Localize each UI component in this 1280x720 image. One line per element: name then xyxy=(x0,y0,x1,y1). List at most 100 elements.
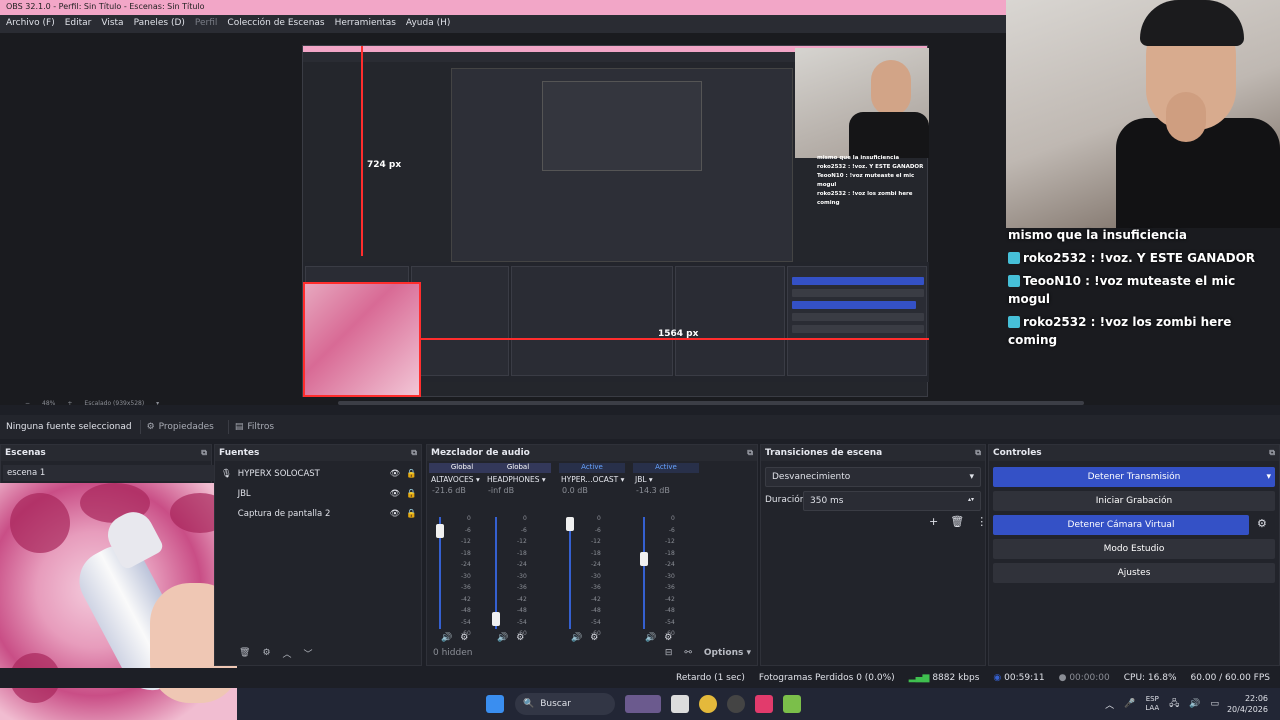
db-scale-tick: -54 xyxy=(461,618,471,626)
windows-start-icon[interactable] xyxy=(486,695,504,713)
volume-fader-knob[interactable] xyxy=(566,517,574,531)
options-button[interactable]: Options ▾ xyxy=(704,648,751,658)
network-icon[interactable]: 🖧 xyxy=(1169,696,1179,712)
language-indicator[interactable]: ESP LAA xyxy=(1145,695,1159,713)
chrome-icon[interactable] xyxy=(699,695,717,713)
volume-fader-track[interactable] xyxy=(643,517,645,629)
selected-source-bounding-box[interactable] xyxy=(303,282,421,397)
lock-icon[interactable]: 🔒 xyxy=(406,509,417,519)
db-scale-tick: -12 xyxy=(517,538,527,545)
duration-input[interactable]: 350 ms ▴▾ xyxy=(803,491,981,511)
taskbar-clock[interactable]: 22:06 20/4/2026 xyxy=(1227,693,1268,715)
webcam-source xyxy=(1006,0,1280,228)
speaker-icon[interactable]: 🔊 xyxy=(441,633,452,643)
zoom-in-icon[interactable]: + xyxy=(67,400,72,407)
file-explorer-icon[interactable] xyxy=(671,695,689,713)
screen-capture-preview[interactable]: mismo que la insuficiencia roko2532 : !v… xyxy=(302,45,929,397)
popout-icon[interactable]: ⧉ xyxy=(201,448,207,458)
eye-icon[interactable]: 👁 xyxy=(390,509,401,519)
volume-fader-knob[interactable] xyxy=(492,612,500,626)
layout-icon[interactable]: ⊟ xyxy=(665,648,673,658)
menu-coleccion-escenas[interactable]: Colección de Escenas xyxy=(227,18,324,30)
settings-icon[interactable]: ⚙ xyxy=(460,633,468,643)
volume-icon[interactable]: 🔊 xyxy=(1189,699,1200,709)
speaker-icon[interactable]: 🔊 xyxy=(645,633,656,643)
menu-herramientas[interactable]: Herramientas xyxy=(335,18,396,30)
scaled-resolution[interactable]: Escalado (939x528) xyxy=(84,400,144,407)
microphone-icon[interactable]: 🎤 xyxy=(1124,699,1135,709)
chevron-up-icon[interactable]: ︿ xyxy=(283,647,292,660)
nested-chat-line: roko2532 : !voz los zombi here coming xyxy=(817,191,913,206)
mixer-channel-name[interactable]: HYPER...OCAST ▾ xyxy=(559,473,625,486)
trash-icon[interactable]: 🗑 xyxy=(239,648,250,658)
properties-button[interactable]: ⚙ Propiedades xyxy=(139,420,220,434)
minecraft-icon[interactable] xyxy=(783,695,801,713)
mixer-channel-name[interactable]: JBL ▾ xyxy=(633,473,699,486)
menu-vista[interactable]: Vista xyxy=(101,18,123,30)
chevron-down-icon[interactable]: ▾ xyxy=(156,400,159,407)
eye-icon[interactable]: 👁 xyxy=(390,489,401,499)
volume-fader-track[interactable] xyxy=(569,517,571,629)
db-scale: 0 -6 -12 -18 -24 -30 -36 -42 -48 -54 -60 xyxy=(665,513,675,640)
chevron-up-icon[interactable]: ︿ xyxy=(1105,698,1114,711)
link-icon[interactable]: ⚯ xyxy=(684,648,692,658)
source-toolbar: Ninguna fuente seleccionad ⚙ Propiedades … xyxy=(0,415,1280,439)
source-row[interactable]: 🖥 Captura de pantalla 2 👁 🔒 xyxy=(221,505,417,523)
settings-icon[interactable]: ⚙ xyxy=(516,633,524,643)
transition-select[interactable]: Desvanecimiento ▾ xyxy=(765,467,981,487)
source-row[interactable]: 🔈 JBL 👁 🔒 xyxy=(221,485,417,503)
no-source-label: Ninguna fuente seleccionad xyxy=(6,422,132,432)
filters-button[interactable]: ▤ Filtros xyxy=(227,420,280,434)
popout-icon[interactable]: ⧉ xyxy=(747,448,753,458)
volume-fader-knob[interactable] xyxy=(436,524,444,538)
speaker-icon[interactable]: 🔊 xyxy=(497,633,508,643)
mixer-channel-tag: Active xyxy=(559,463,625,473)
volume-fader-knob[interactable] xyxy=(640,552,648,566)
popout-icon[interactable]: ⧉ xyxy=(1269,448,1275,458)
db-scale-tick: 0 xyxy=(466,515,471,522)
settings-icon[interactable]: ⚙ xyxy=(664,633,672,643)
chat-line: roko2532 : !voz los zombi here coming xyxy=(1008,315,1232,347)
scene-item[interactable]: escena 1 xyxy=(3,465,233,481)
mixer-channel-name[interactable]: HEADPHONES ▾ xyxy=(485,473,551,486)
settings-button[interactable]: Ajustes xyxy=(993,563,1275,583)
tiktok-icon[interactable] xyxy=(755,695,773,713)
db-scale-tick: -24 xyxy=(591,561,601,568)
taskbar-search[interactable]: 🔍 Buscar xyxy=(515,693,615,715)
nested-preview-level2 xyxy=(451,68,793,262)
fps: 60.00 / 60.00 FPS xyxy=(1190,673,1270,683)
preview-horizontal-scrollbar[interactable] xyxy=(338,401,1084,405)
menu-editar[interactable]: Editar xyxy=(65,18,92,30)
add-icon[interactable]: + xyxy=(929,515,938,528)
lock-icon[interactable]: 🔒 xyxy=(406,469,417,479)
popout-icon[interactable]: ⧉ xyxy=(975,448,981,458)
source-row[interactable]: 🎙 HYPERX SOLOCAST 👁 🔒 xyxy=(221,465,417,483)
chevron-down-icon[interactable]: ﹀ xyxy=(304,647,313,660)
widget-icon[interactable] xyxy=(625,695,661,713)
settings-icon[interactable]: ⚙ xyxy=(590,633,598,643)
mixer-channel-tag: Active xyxy=(633,463,699,473)
eye-icon[interactable]: 👁 xyxy=(390,469,401,479)
menu-ayuda[interactable]: Ayuda (H) xyxy=(406,18,450,30)
stop-stream-button[interactable]: Detener Transmisión ▾ xyxy=(993,467,1275,487)
db-scale-tick: -30 xyxy=(517,572,527,580)
lock-icon[interactable]: 🔒 xyxy=(406,489,417,499)
nested-stop-stream-button xyxy=(792,277,924,285)
trash-icon[interactable]: 🗑 xyxy=(950,515,964,528)
gear-icon[interactable]: ⚙ xyxy=(262,648,270,658)
speaker-icon[interactable]: 🔊 xyxy=(571,633,582,643)
menu-archivo[interactable]: Archivo (F) xyxy=(6,18,55,30)
studio-mode-button[interactable]: Modo Estudio xyxy=(993,539,1275,559)
battery-icon[interactable]: ▭ xyxy=(1210,699,1219,709)
system-tray: ︿ 🎤 ESP LAA 🖧 🔊 ▭ xyxy=(1105,695,1219,713)
popout-icon[interactable]: ⧉ xyxy=(411,448,417,458)
chat-line: roko2532 : !voz. Y ESTE GANADOR xyxy=(1008,249,1280,267)
menu-paneles[interactable]: Paneles (D) xyxy=(134,18,185,30)
zoom-out-icon[interactable]: − xyxy=(25,400,30,407)
start-record-button[interactable]: Iniciar Grabación xyxy=(993,491,1275,511)
more-icon[interactable]: ⋮ xyxy=(976,515,987,528)
menu-perfil[interactable]: Perfil xyxy=(195,18,218,30)
stop-virtual-camera-button[interactable]: Detener Cámara Virtual xyxy=(993,515,1249,535)
gear-icon[interactable]: ⚙ xyxy=(1257,517,1267,530)
obs-icon[interactable] xyxy=(727,695,745,713)
